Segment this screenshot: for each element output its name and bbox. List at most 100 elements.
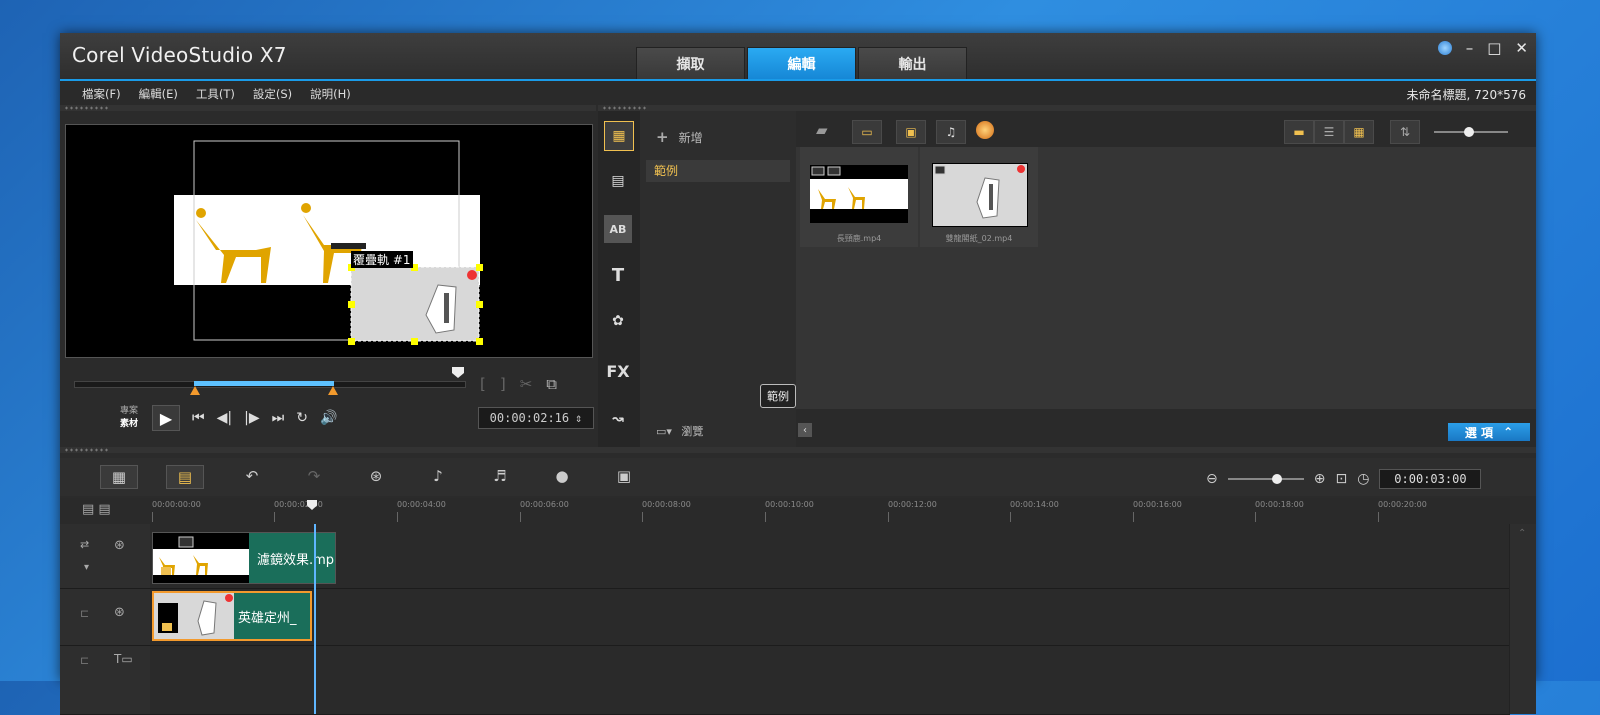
library-toolbar: ▰ ▭ ▣ ♫ ▬ ☰ ▦ ⇅ — [796, 111, 1536, 147]
chevron-down-icon[interactable]: ▾ — [84, 562, 89, 573]
library-panel: ▦ ▤ AB T ✿ FX ↝ + 新增 範例 範例 ▭▾ 瀏覽 ▰ ▭ ▣ ♫ … — [598, 105, 1536, 447]
thumbnail-size-slider[interactable] — [1434, 127, 1508, 137]
zoom-in-icon[interactable]: ⊕ — [1314, 471, 1326, 487]
add-folder-button[interactable]: + 新增 — [656, 128, 703, 146]
tab-share[interactable]: 輸出 — [858, 47, 967, 79]
library-category-bar: ▦ ▤ AB T ✿ FX ↝ — [598, 111, 640, 447]
overlay-track-header: ⊏ ⊛ — [60, 589, 150, 646]
media-thumbnail[interactable]: 雙龍閣紙_02.mp4 — [920, 147, 1038, 247]
sort-icon[interactable]: ⇅ — [1390, 120, 1420, 144]
plus-icon: + — [656, 128, 669, 146]
graphic-icon[interactable]: ✿ — [604, 307, 632, 335]
collapse-left-icon[interactable]: ‹ — [798, 423, 812, 437]
show-photo-button[interactable]: ▣ — [896, 120, 926, 144]
project-mode-label[interactable]: 專案 — [120, 405, 138, 418]
previous-frame-icon[interactable]: ◀| — [217, 410, 232, 426]
overlay-track-icon[interactable]: ⊛ — [114, 605, 125, 620]
overlay-selection[interactable] — [348, 264, 483, 345]
volume-icon[interactable]: 🔊 — [320, 410, 337, 426]
list-view-button[interactable]: ☰ — [1314, 120, 1344, 144]
menu-help[interactable]: 說明(H) — [310, 86, 351, 102]
play-icon[interactable]: ▶ — [152, 405, 181, 431]
path-icon[interactable]: ↝ — [604, 405, 632, 433]
import-icon[interactable] — [976, 121, 994, 139]
enlarge-icon[interactable]: ⧉ — [546, 375, 557, 393]
trim-end-marker[interactable] — [328, 386, 338, 395]
zoom-out-icon[interactable]: ⊖ — [1206, 471, 1218, 487]
instant-project-icon[interactable]: ▤ — [604, 167, 632, 195]
timeline-clip[interactable]: 濾鏡效果.mp — [152, 532, 336, 584]
video-track[interactable]: 濾鏡效果.mp — [150, 524, 1510, 589]
timecode-display[interactable]: 00:00:02:16 ⇕ — [478, 407, 594, 429]
trim-start-marker[interactable] — [190, 386, 200, 395]
thumbnail-view-button[interactable]: ▬ — [1284, 120, 1314, 144]
timeline-ruler[interactable]: 00:00:00:00 00:00:02:00 00:00:04:00 00:0… — [150, 498, 1510, 525]
tab-capture[interactable]: 擷取 — [636, 47, 745, 79]
panel-grip[interactable] — [60, 105, 596, 111]
minimize-icon[interactable]: – — [1466, 39, 1474, 57]
globe-icon[interactable] — [1437, 41, 1452, 55]
clock-icon: ◷ — [1357, 471, 1370, 487]
record-capture-icon[interactable]: ⊛ — [358, 465, 394, 487]
project-duration[interactable]: 0:00:03:00 — [1379, 469, 1482, 489]
preview-screen[interactable]: 覆疊軌 #1 — [65, 124, 593, 358]
menu-edit[interactable]: 編輯(E) — [139, 86, 178, 102]
show-audio-button[interactable]: ♫ — [936, 120, 966, 144]
timeline-view-icon[interactable]: ▤ — [166, 465, 204, 489]
end-icon[interactable]: ⏭ — [272, 410, 285, 426]
fit-project-icon[interactable]: ⊡ — [1335, 471, 1347, 487]
ripple-editing-icon[interactable]: ⇄ — [80, 538, 89, 551]
storyboard-view-icon[interactable]: ▦ — [100, 465, 138, 489]
filter-icon[interactable]: FX — [604, 357, 632, 385]
home-icon[interactable]: ⏮ — [192, 410, 205, 426]
scroll-up-icon[interactable]: ⌃ — [1518, 528, 1526, 539]
window-controls: – □ ✕ — [1437, 39, 1528, 57]
subtitle-editor-icon[interactable]: ▣ — [606, 465, 642, 487]
motion-tracking-icon[interactable]: ● — [544, 465, 580, 487]
menu-file[interactable]: 檔案(F) — [82, 86, 121, 102]
sound-mixer-icon[interactable]: ♪ — [420, 465, 456, 487]
title-icon[interactable]: T — [604, 261, 632, 289]
tooltip: 範例 — [760, 384, 796, 408]
folder-icon[interactable]: ▰ — [816, 121, 828, 139]
media-thumbnail[interactable]: 長頸鹿.mp4 — [800, 147, 918, 247]
folder-item-samples[interactable]: 範例 — [646, 160, 790, 182]
close-icon[interactable]: ✕ — [1515, 39, 1528, 57]
browse-button[interactable]: ▭▾ 瀏覽 — [656, 423, 703, 439]
scrubber-playhead[interactable] — [452, 367, 464, 378]
maximize-icon[interactable]: □ — [1487, 39, 1501, 57]
menu-settings[interactable]: 設定(S) — [253, 86, 292, 102]
undo-icon[interactable]: ↶ — [234, 465, 270, 487]
lock-icon[interactable]: ⊏ — [80, 607, 89, 620]
show-video-button[interactable]: ▭ — [852, 120, 882, 144]
grid-view-button[interactable]: ▦ — [1344, 120, 1374, 144]
timeline-scrollbar[interactable]: ⌃ — [1509, 524, 1536, 714]
project-clip-toggle[interactable]: 專案 素材 — [120, 405, 138, 431]
next-frame-icon[interactable]: |▶ — [244, 410, 259, 426]
timecode-spinner-icon[interactable]: ⇕ — [575, 411, 582, 425]
transition-icon[interactable]: AB — [604, 215, 632, 243]
redo-icon[interactable]: ↷ — [296, 465, 332, 487]
preview-panel: 覆疊軌 #1 [ ] ✂ ⧉ 專案 素材 ▶ ⏮ ◀| |▶ ⏭ ↻ 🔊 00: — [60, 105, 596, 447]
options-button[interactable]: 選 項 ⌃ — [1448, 423, 1530, 441]
clip-label: 濾鏡效果.mp — [257, 553, 335, 568]
tab-edit[interactable]: 編輯 — [747, 47, 856, 79]
repeat-icon[interactable]: ↻ — [296, 410, 308, 426]
timeline-grip[interactable] — [60, 447, 1536, 455]
clip-mode-label[interactable]: 素材 — [120, 418, 138, 431]
timeline-clip-selected[interactable]: 英雄定州_ — [152, 591, 312, 641]
split-icon[interactable]: ✂ — [520, 375, 533, 393]
zoom-slider[interactable] — [1227, 474, 1304, 484]
ruler-tick: 00:00:18:00 — [1255, 500, 1304, 522]
preview-frame — [174, 140, 483, 345]
title-track-icon[interactable]: T▭ — [114, 652, 133, 666]
video-track-icon[interactable]: ⊛ — [114, 538, 125, 553]
mark-out-icon[interactable]: ] — [500, 375, 506, 393]
lock-icon[interactable]: ⊏ — [80, 654, 89, 667]
media-icon[interactable]: ▦ — [604, 121, 634, 151]
mark-in-icon[interactable]: [ — [480, 375, 486, 393]
overlay-track[interactable]: 英雄定州_ — [150, 589, 1510, 646]
track-manager-icon[interactable]: ▤ ▤ — [82, 502, 111, 517]
auto-music-icon[interactable]: ♬ — [482, 465, 518, 487]
menu-tools[interactable]: 工具(T) — [196, 86, 235, 102]
